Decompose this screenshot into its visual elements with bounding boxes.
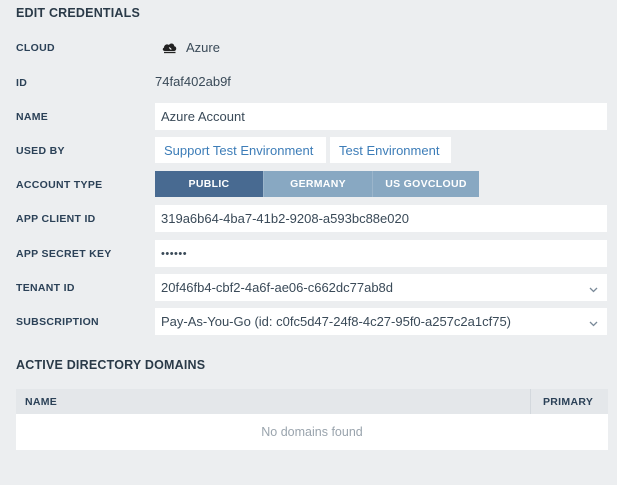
app-client-id-label: APP CLIENT ID: [16, 213, 96, 225]
cloud-label: CLOUD: [16, 42, 55, 54]
chevron-down-icon: [589, 316, 598, 327]
name-label: NAME: [16, 111, 49, 123]
app-client-id-input[interactable]: 319a6b64-4ba7-41b2-9208-a593bc88e020: [155, 205, 607, 232]
domains-table-body: No domains found: [16, 414, 608, 450]
used-by-tag-label: Test Environment: [339, 142, 440, 158]
used-by-tag-support-test-environment[interactable]: Support Test Environment: [155, 137, 326, 163]
tenant-id-select[interactable]: 20f46fb4-cbf2-4a6f-ae06-c662dc77ab8d: [155, 274, 607, 301]
account-type-us-govcloud[interactable]: US GOVCLOUD: [372, 171, 479, 197]
account-type-public[interactable]: PUBLIC: [155, 171, 263, 197]
app-secret-key-label: APP SECRET KEY: [16, 248, 112, 260]
account-type-germany[interactable]: GERMANY: [263, 171, 372, 197]
tenant-id-value: 20f46fb4-cbf2-4a6f-ae06-c662dc77ab8d: [161, 280, 394, 295]
account-type-label: ACCOUNT TYPE: [16, 179, 103, 191]
subscription-select[interactable]: Pay-As-You-Go (id: c0fc5d47-24f8-4c27-95…: [155, 308, 607, 335]
app-client-id-value: 319a6b64-4ba7-41b2-9208-a593bc88e020: [161, 211, 409, 226]
chevron-down-icon: [589, 282, 598, 293]
page-title: EDIT CREDENTIALS: [16, 6, 141, 20]
cloud-icon: [161, 40, 178, 54]
subscription-label: SUBSCRIPTION: [16, 316, 99, 328]
subscription-value: Pay-As-You-Go (id: c0fc5d47-24f8-4c27-95…: [161, 314, 512, 329]
app-secret-key-value: ••••••: [161, 247, 188, 260]
app-secret-key-input[interactable]: ••••••: [155, 240, 607, 267]
name-input[interactable]: Azure Account: [155, 103, 607, 130]
active-directory-domains-title: ACTIVE DIRECTORY DOMAINS: [16, 358, 206, 372]
used-by-tag-label: Support Test Environment: [164, 142, 314, 158]
domains-table-header: NAME PRIMARY: [16, 389, 608, 414]
tenant-id-label: TENANT ID: [16, 282, 75, 294]
used-by-tag-test-environment[interactable]: Test Environment: [330, 137, 451, 163]
used-by-label: USED BY: [16, 145, 65, 157]
empty-state-text: No domains found: [261, 425, 363, 439]
column-header-name[interactable]: NAME: [25, 396, 57, 408]
column-header-primary[interactable]: PRIMARY: [543, 396, 593, 408]
column-divider: [530, 389, 531, 414]
id-label: ID: [16, 77, 28, 89]
id-value: 74faf402ab9f: [155, 74, 231, 89]
name-input-value: Azure Account: [161, 109, 245, 124]
cloud-value: Azure: [186, 40, 220, 55]
